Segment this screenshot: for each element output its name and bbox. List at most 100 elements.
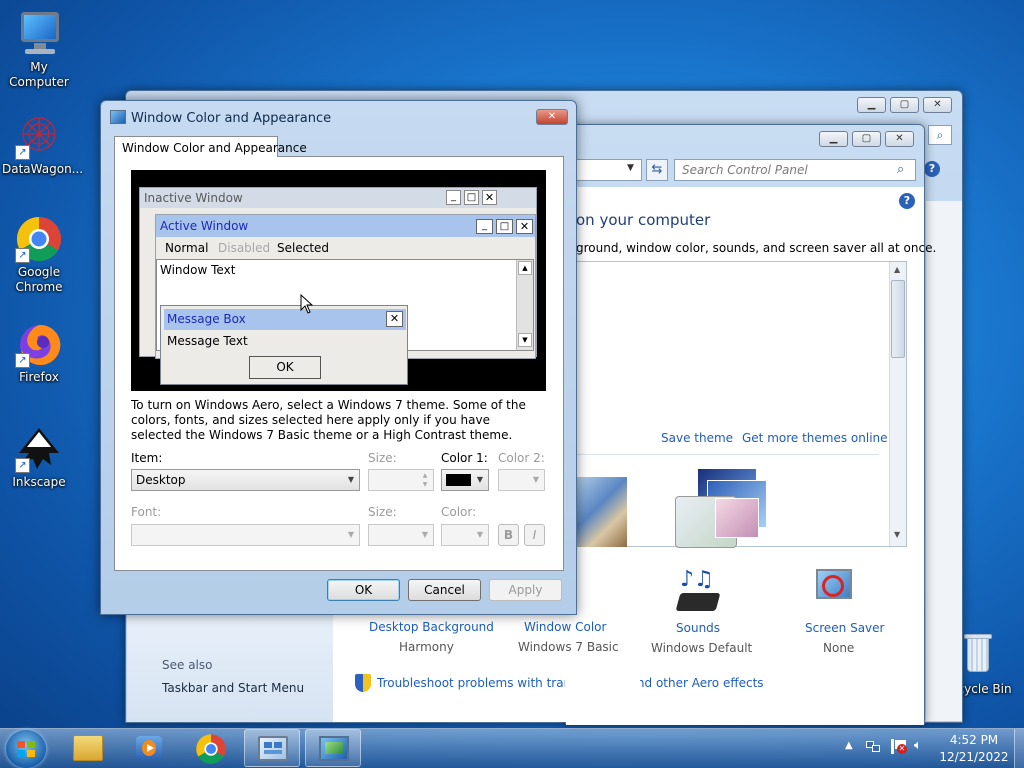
font-size-label: Size: bbox=[368, 505, 397, 519]
taskbar-start-menu-link[interactable]: Taskbar and Start Menu bbox=[162, 681, 304, 695]
close-button[interactable]: ✕ bbox=[885, 131, 914, 147]
action-center-icon[interactable]: ✕ bbox=[891, 739, 907, 754]
taskbar-window-color[interactable] bbox=[305, 729, 361, 767]
inactive-title: Inactive Window bbox=[144, 191, 243, 205]
maximize-icon: □ bbox=[496, 219, 513, 234]
desktop-icon-datawagon[interactable]: ↗ DataWagon... bbox=[2, 112, 84, 177]
desktop-icon-label: DataWagon... bbox=[2, 162, 84, 176]
taskbar-chrome[interactable] bbox=[183, 729, 239, 767]
chevron-down-icon[interactable]: ▼ bbox=[627, 163, 634, 173]
dialog-title: Window Color and Appearance bbox=[131, 111, 332, 126]
message-box-title: Message Box bbox=[167, 312, 246, 326]
divider bbox=[571, 454, 879, 455]
minimize-button[interactable]: ▁ bbox=[819, 131, 848, 147]
close-icon: ✕ bbox=[516, 219, 533, 234]
color1-label: Color 1: bbox=[441, 451, 488, 465]
get-more-themes-link[interactable]: Get more themes online bbox=[742, 431, 888, 445]
active-title: Active Window bbox=[160, 219, 249, 233]
cancel-button[interactable]: Cancel bbox=[408, 579, 481, 601]
search-placeholder: Search Control Panel bbox=[682, 163, 808, 177]
menu-disabled: Disabled bbox=[218, 241, 271, 255]
appearance-preview[interactable]: Inactive Window _ □ ✕ Active Window _ □ … bbox=[131, 170, 546, 391]
minimize-icon: _ bbox=[476, 219, 493, 234]
ok-button[interactable]: OK bbox=[327, 579, 400, 601]
bold-button[interactable]: B bbox=[498, 524, 519, 546]
apply-button[interactable]: Apply bbox=[489, 579, 562, 601]
search-input[interactable]: Search Control Panel ⌕ bbox=[674, 159, 916, 181]
computer-icon bbox=[15, 10, 63, 58]
show-desktop-button[interactable] bbox=[1014, 729, 1024, 768]
font-color-picker[interactable]: ▼ bbox=[441, 524, 489, 546]
close-button[interactable]: ✕ bbox=[923, 97, 952, 113]
show-hidden-icons-icon[interactable]: ▲ bbox=[845, 740, 853, 751]
clock[interactable]: 4:52 PM 12/21/2022 bbox=[938, 732, 1010, 766]
screen-saver-link[interactable]: Screen Saver bbox=[805, 621, 884, 635]
media-player-icon bbox=[136, 736, 162, 760]
taskbar-explorer[interactable] bbox=[59, 729, 115, 767]
desktop-icon-firefox[interactable]: ↗ Firefox bbox=[2, 320, 76, 385]
desktop-icon-google-chrome[interactable]: ↗ Google Chrome bbox=[2, 215, 76, 295]
maximize-button[interactable]: ▢ bbox=[852, 131, 881, 147]
menu-selected: Selected bbox=[277, 241, 330, 255]
inkscape-icon: ↗ bbox=[15, 425, 63, 473]
font-size-select[interactable]: ▼ bbox=[368, 524, 434, 546]
spin-arrows-icon: ▲ ▼ bbox=[422, 472, 428, 488]
desktop-icon-my-computer[interactable]: My Computer bbox=[2, 10, 76, 90]
clock-time: 4:52 PM bbox=[949, 733, 999, 747]
sounds-icon[interactable]: ♪♫ bbox=[674, 567, 722, 615]
scrollbar-thumb[interactable] bbox=[891, 280, 905, 358]
page-subheading: ground, window color, sounds, and screen… bbox=[576, 241, 937, 255]
chrome-icon: ↗ bbox=[15, 215, 63, 263]
maximize-button[interactable]: ▢ bbox=[890, 97, 919, 113]
desktop-background-link[interactable]: Desktop Background bbox=[369, 620, 494, 634]
window-color-link[interactable]: Window Color bbox=[524, 620, 606, 634]
shield-icon bbox=[355, 674, 371, 692]
theme-list[interactable]: Save theme Get more themes online ▲ ▼ bbox=[566, 261, 907, 548]
dialog-app-icon bbox=[110, 110, 126, 124]
screen-saver-value: None bbox=[823, 641, 855, 655]
folder-icon bbox=[73, 735, 103, 761]
tab-window-color[interactable]: Window Color and Appearance bbox=[114, 136, 307, 157]
taskbar-media-player[interactable] bbox=[120, 729, 176, 767]
desktop-icon-label: Google Chrome bbox=[15, 265, 63, 294]
save-theme-link[interactable]: Save theme bbox=[661, 431, 733, 445]
font-label: Font: bbox=[131, 505, 162, 519]
size-stepper[interactable]: ▲ ▼ bbox=[368, 469, 434, 491]
datawagon-icon: ↗ bbox=[15, 112, 63, 160]
chrome-icon bbox=[196, 734, 226, 764]
help-icon[interactable]: ? bbox=[899, 193, 915, 209]
search-icon[interactable]: ⌕ bbox=[928, 125, 952, 145]
close-icon: ✕ bbox=[482, 190, 497, 205]
close-icon: ✕ bbox=[386, 311, 403, 327]
font-select[interactable]: ▼ bbox=[131, 524, 360, 546]
italic-button[interactable]: I bbox=[524, 524, 545, 546]
help-icon[interactable]: ? bbox=[924, 161, 940, 177]
clock-date: 12/21/2022 bbox=[939, 750, 1009, 764]
chevron-down-icon: ▼ bbox=[347, 475, 355, 484]
color2-picker[interactable]: ▼ bbox=[498, 469, 545, 491]
volume-icon[interactable]: 🔈︎ bbox=[914, 738, 922, 753]
shortcut-arrow-icon: ↗ bbox=[15, 248, 30, 263]
search-icon: ⌕ bbox=[897, 162, 905, 177]
screen-saver-icon[interactable] bbox=[814, 567, 854, 611]
mouse-cursor bbox=[300, 293, 314, 314]
theme-thumbnail-stack[interactable] bbox=[667, 468, 777, 548]
preview-message-box: Message Box ✕ Message Text OK bbox=[160, 305, 408, 385]
window-color-dialog[interactable]: Window Color and Appearance ✕ Window Col… bbox=[100, 100, 577, 615]
theme-thumbnail[interactable] bbox=[571, 477, 627, 547]
item-select[interactable]: Desktop ▼ bbox=[131, 469, 360, 491]
chevron-down-icon: ▼ bbox=[476, 475, 484, 484]
taskbar-control-panel[interactable] bbox=[244, 729, 300, 767]
desktop-icon-inkscape[interactable]: ↗ Inkscape bbox=[2, 425, 76, 490]
maximize-icon: □ bbox=[464, 190, 479, 205]
start-button[interactable] bbox=[6, 730, 46, 768]
size-label: Size: bbox=[368, 451, 397, 465]
refresh-icon[interactable]: ⇆ bbox=[646, 159, 668, 181]
color1-picker[interactable]: ▼ bbox=[441, 469, 489, 491]
sounds-link[interactable]: Sounds bbox=[676, 621, 720, 635]
minimize-button[interactable]: ▁ bbox=[857, 97, 886, 113]
network-icon[interactable] bbox=[866, 739, 882, 754]
close-button[interactable]: ✕ bbox=[536, 109, 568, 125]
address-bar[interactable]: ▼ bbox=[566, 159, 642, 181]
scrollbar[interactable]: ▲ ▼ bbox=[889, 262, 906, 546]
